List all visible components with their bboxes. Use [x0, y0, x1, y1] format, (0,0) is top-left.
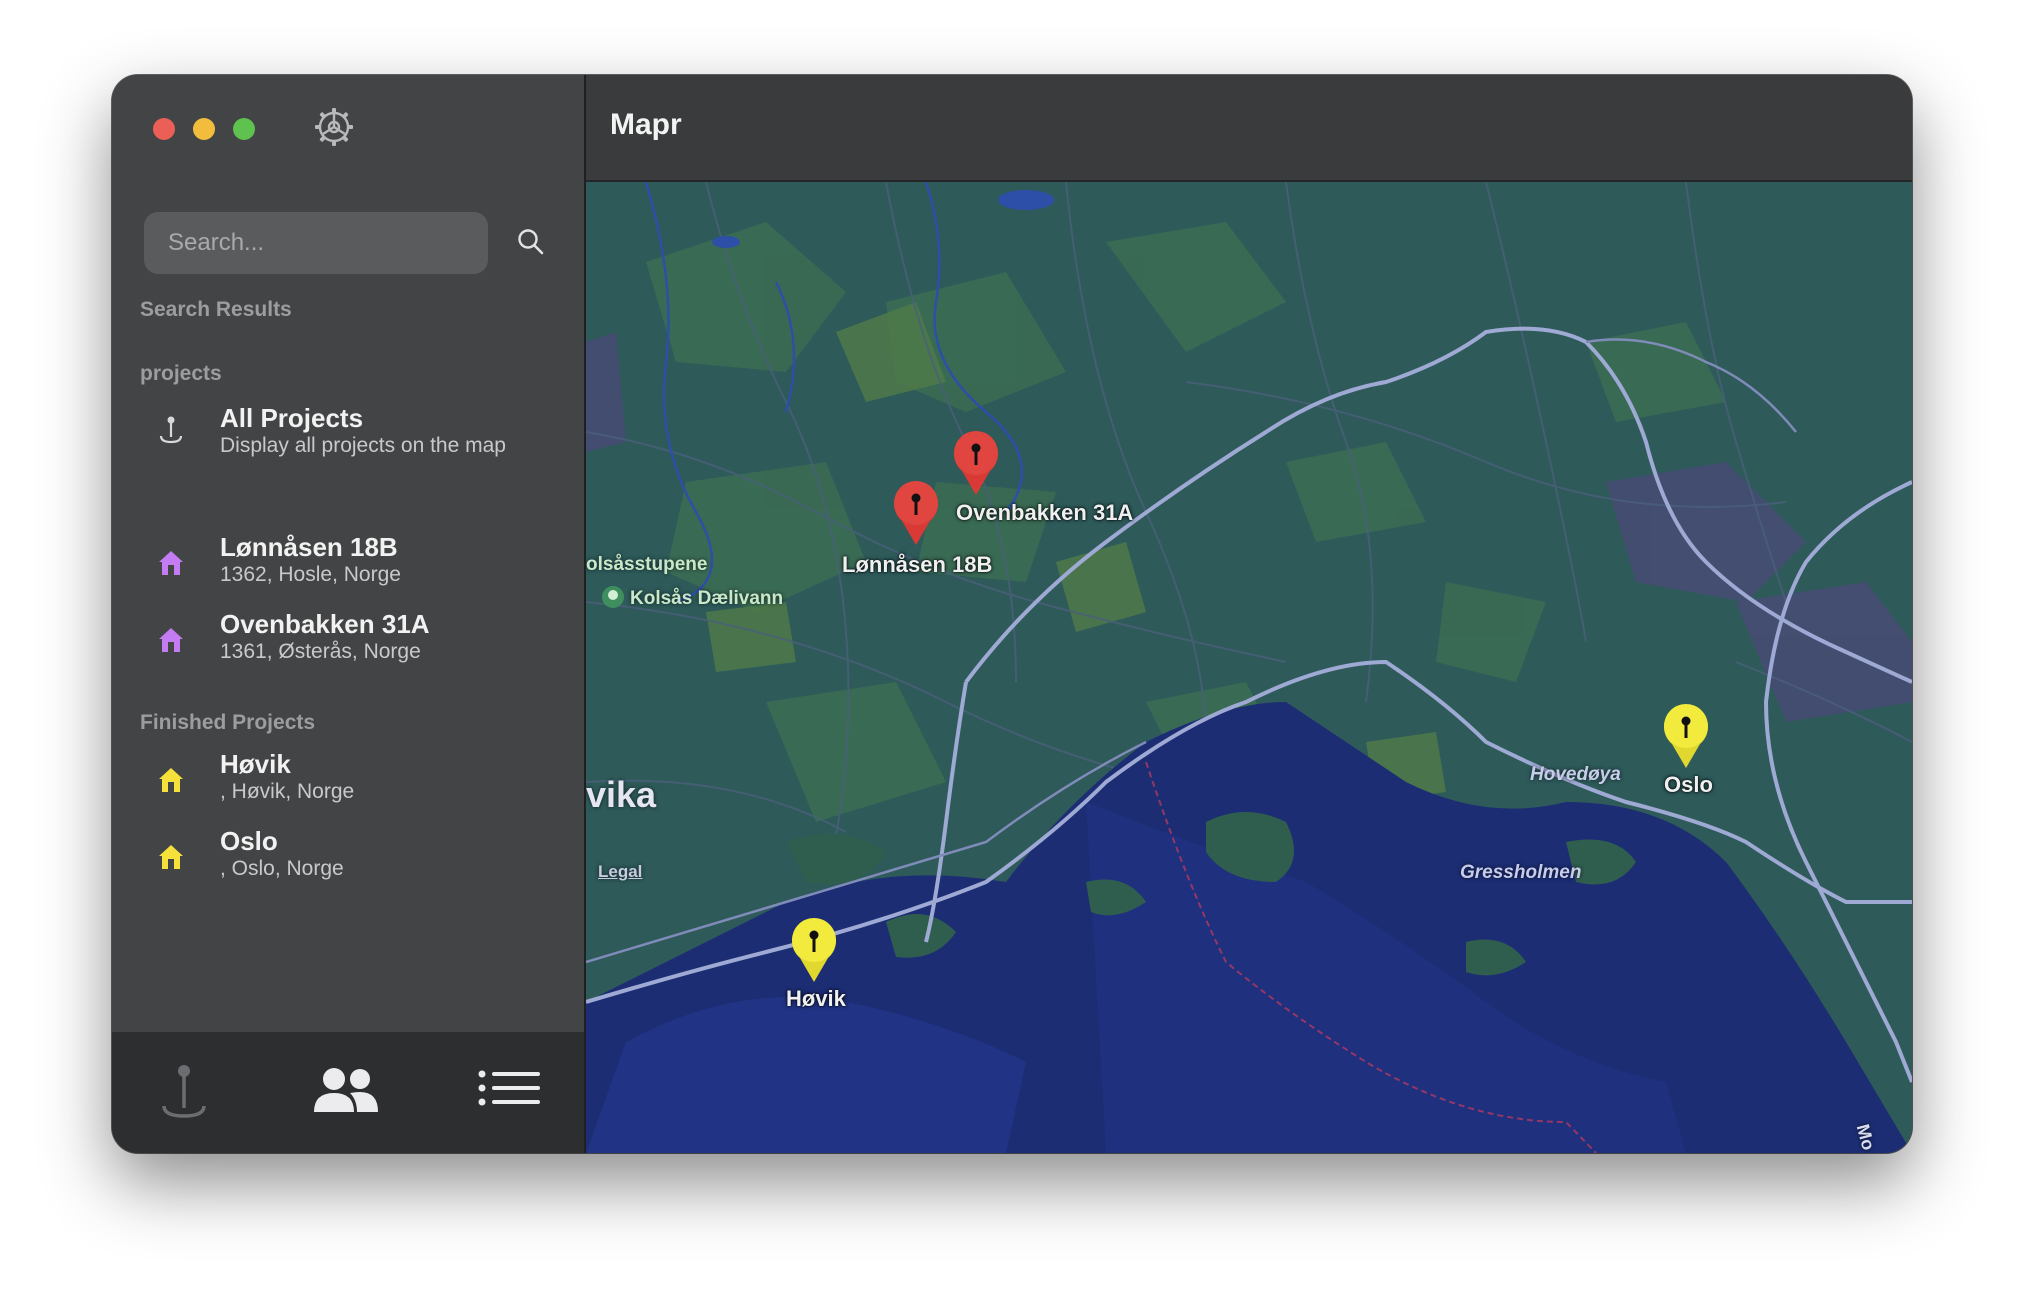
place-label-gressholmen: Gressholmen — [1460, 862, 1582, 883]
all-projects-item[interactable]: All Projects Display all projects on the… — [112, 395, 582, 459]
finished-item-oslo[interactable]: Oslo , Oslo, Norge — [112, 824, 582, 888]
project-address: , Høvik, Norge — [220, 780, 355, 803]
pin-label-oslo: Oslo — [1664, 772, 1713, 797]
pin-tab-icon[interactable] — [148, 1062, 220, 1122]
map-pin-hovik[interactable] — [784, 914, 844, 986]
place-label-vika: vika — [586, 774, 657, 815]
place-label-hovedoya: Hovedøya — [1530, 764, 1621, 785]
app-title: Mapr — [610, 108, 682, 141]
app-window: Search Results projects All Projects Dis… — [112, 75, 1912, 1153]
finished-item-hovik[interactable]: Høvik , Høvik, Norge — [112, 747, 582, 811]
map-tiles — [586, 182, 1912, 1153]
search-results-heading: Search Results — [140, 298, 292, 321]
project-address: 1361, Østerås, Norge — [220, 640, 421, 663]
house-icon — [159, 551, 183, 575]
close-window-button[interactable] — [153, 118, 175, 140]
project-title: Lønnåsen 18B — [220, 532, 398, 562]
main-toolbar: Mapr — [586, 75, 1912, 182]
finished-projects-heading: Finished Projects — [140, 711, 316, 734]
people-tab-icon[interactable] — [310, 1062, 382, 1122]
all-projects-subtitle: Display all projects on the map — [220, 434, 506, 457]
project-address: , Oslo, Norge — [220, 857, 344, 880]
project-title: Høvik — [220, 749, 291, 779]
pin-icon — [159, 416, 183, 444]
search-field[interactable] — [144, 212, 488, 274]
map-pin-oslo[interactable] — [1656, 700, 1716, 772]
project-item-ovenbakken[interactable]: Ovenbakken 31A 1361, Østerås, Norge — [112, 607, 582, 671]
pin-label-lonnasen: Lønnåsen 18B — [842, 552, 993, 577]
house-icon — [159, 628, 183, 652]
legal-link[interactable]: Legal — [598, 862, 642, 882]
minimize-window-button[interactable] — [193, 118, 215, 140]
project-item-lonnasen[interactable]: Lønnåsen 18B 1362, Hosle, Norge — [112, 530, 582, 594]
bottom-tab-bar — [112, 1032, 584, 1153]
house-icon — [159, 845, 183, 869]
map-pin-ovenbakken[interactable] — [946, 427, 1006, 499]
pin-label-hovik: Høvik — [786, 986, 846, 1011]
house-icon — [159, 768, 183, 792]
place-label-kolsas-daelivann: Kolsås Dælivann — [602, 586, 783, 610]
project-title: Ovenbakken 31A — [220, 609, 430, 639]
map-pin-lonnasen[interactable] — [886, 477, 946, 549]
search-icon[interactable] — [516, 227, 546, 257]
list-tab-icon[interactable] — [474, 1062, 546, 1122]
projects-heading: projects — [140, 362, 222, 385]
sidebar: Search Results projects All Projects Dis… — [112, 75, 586, 1153]
zoom-window-button[interactable] — [233, 118, 255, 140]
place-label-kolsasstupene: olsåsstupene — [586, 554, 708, 575]
map-view[interactable]: olsåsstupene Kolsås Dælivann vika Hovedø… — [586, 182, 1912, 1153]
project-address: 1362, Hosle, Norge — [220, 563, 401, 586]
search-input[interactable] — [144, 212, 488, 274]
tree-icon — [602, 586, 624, 608]
project-title: Oslo — [220, 826, 278, 856]
settings-gear-icon[interactable] — [312, 105, 356, 149]
pin-label-ovenbakken: Ovenbakken 31A — [956, 500, 1134, 525]
all-projects-title: All Projects — [220, 403, 364, 433]
